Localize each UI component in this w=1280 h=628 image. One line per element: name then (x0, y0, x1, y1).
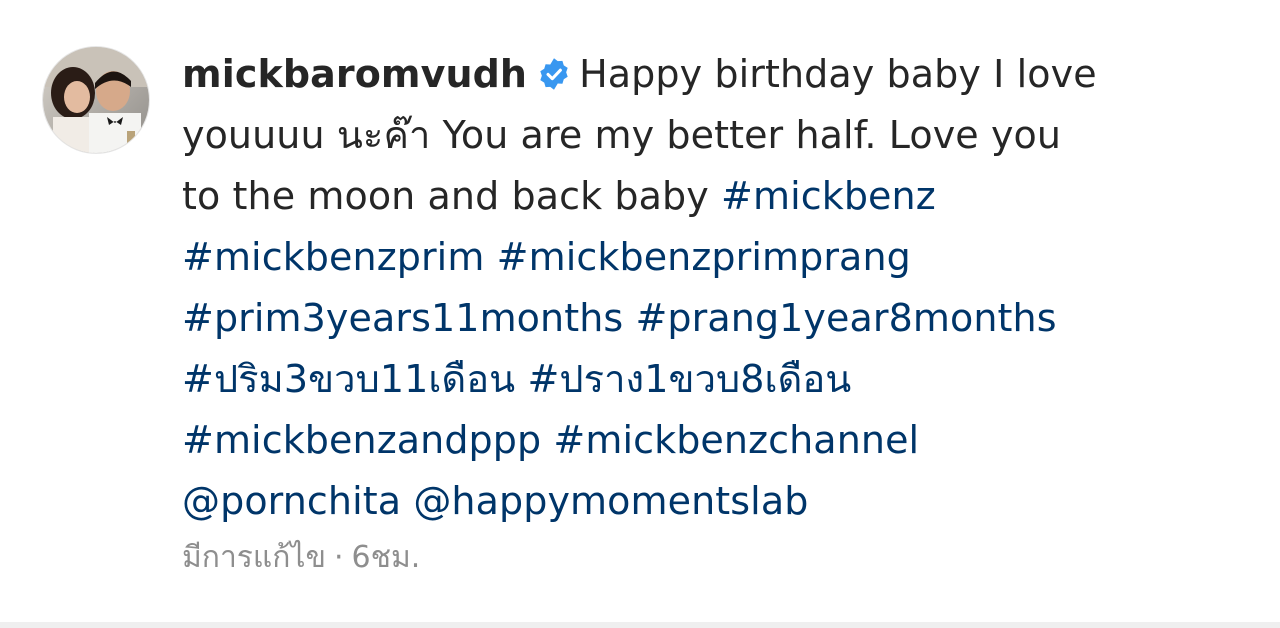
caption-line-5: #prim3years11months #prang1year8months (182, 288, 1242, 349)
caption-line-2: youuuu นะค๊า You are my better half. Lov… (182, 113, 1062, 157)
caption-line-1: mickbaromvudh Happy birthday baby I love (182, 44, 1242, 105)
hashtag-link[interactable]: #mickbenzandppp (182, 418, 541, 462)
hashtag-link[interactable]: #ปริม3ขวบ11เดือน (182, 357, 515, 401)
hashtag-link[interactable]: #mickbenz (721, 174, 936, 218)
caption-line-6: #ปริม3ขวบ11เดือน #ปราง1ขวบ8เดือน (182, 349, 1242, 410)
comment-row: mickbaromvudh Happy birthday baby I love… (0, 0, 1280, 628)
comment-meta: มีการแก้ไข · 6ชม. (182, 536, 420, 580)
timestamp-link[interactable]: 6ชม. (352, 540, 421, 575)
caption-line-3: to the moon and back baby #mickbenz (182, 166, 1242, 227)
avatar[interactable] (42, 46, 150, 154)
hashtag-link[interactable]: #mickbenzprim (182, 235, 484, 279)
username-link[interactable]: mickbaromvudh (182, 52, 527, 96)
caption-line-8: @pornchita @happymomentslab (182, 471, 1242, 532)
hashtag-link[interactable]: #prim3years11months (182, 296, 623, 340)
caption: mickbaromvudh Happy birthday baby I love… (182, 44, 1242, 532)
mention-link[interactable]: @happymomentslab (413, 479, 808, 523)
caption-line-4: #mickbenzprim #mickbenzprimprang (182, 227, 1242, 288)
divider (0, 622, 1280, 628)
hashtag-link[interactable]: #ปราง1ขวบ8เดือน (527, 357, 851, 401)
mention-link[interactable]: @pornchita (182, 479, 401, 523)
hashtag-link[interactable]: #mickbenzchannel (553, 418, 919, 462)
edited-label[interactable]: มีการแก้ไข (182, 540, 326, 575)
caption-text-3: to the moon and back baby (182, 174, 709, 218)
hashtag-link[interactable]: #prang1year8months (635, 296, 1056, 340)
verified-badge-icon (540, 58, 568, 90)
hashtag-link[interactable]: #mickbenzprimprang (497, 235, 911, 279)
caption-text-1: Happy birthday baby I love (579, 52, 1097, 96)
caption-line-7: #mickbenzandppp #mickbenzchannel (182, 410, 1242, 471)
meta-separator: · (334, 540, 344, 575)
